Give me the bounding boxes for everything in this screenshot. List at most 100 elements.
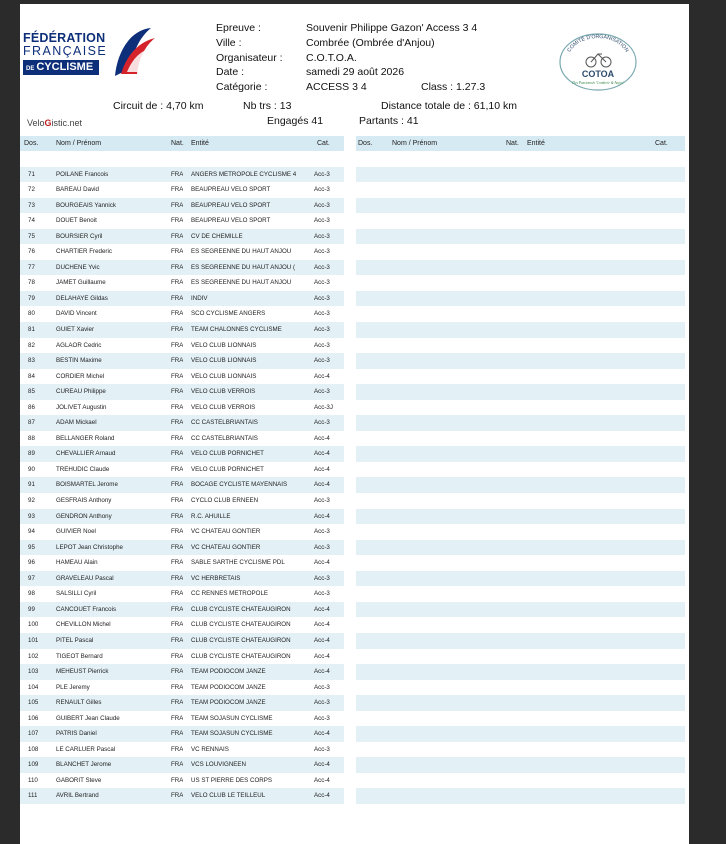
cell-ent: ES SEGREENNE DU HAUT ANJOU ( <box>191 263 296 271</box>
table-row: 74 DOUET Benoit FRA BEAUPREAU VELO SPORT Acc… <box>20 213 344 229</box>
col-nat-header: Nat. <box>171 140 184 147</box>
table-row: 110 GABORIT Steve FRA US ST PIERRE DES CORP… <box>20 773 344 789</box>
cell-dos: 91 <box>28 481 35 489</box>
cell-ent: BOCAGE CYCLISTE MAYENNAIS <box>191 481 288 489</box>
cell-dos: 74 <box>28 217 35 225</box>
cell-ent: CLUB CYCLISTE CHATEAUGIRON <box>191 652 291 660</box>
cell-name: GUIET Xavier <box>56 326 95 334</box>
cell-dos: 105 <box>28 699 39 707</box>
table-row: 82 AGLAOR Cedric FRA VELO CLUB LIONNAIS Acc-… <box>20 338 344 354</box>
cell-ent: VELO CLUB LIONNAIS <box>191 341 257 349</box>
table-row: 83 BESTIN Maxime FRA VELO CLUB LIONNAIS Acc-… <box>20 353 344 369</box>
table-row-empty <box>356 742 685 758</box>
cell-name: BESTIN Maxime <box>56 357 102 365</box>
cell-dos: 83 <box>28 357 35 365</box>
epreuve-label: Epreuve : <box>216 22 261 34</box>
table-row-empty <box>356 213 685 229</box>
cell-nat: FRA <box>171 450 184 458</box>
table-row-empty <box>356 493 685 509</box>
cell-dos: 85 <box>28 388 35 396</box>
cell-dos: 102 <box>28 652 39 660</box>
cell-name: POILANE Francois <box>56 170 109 178</box>
cell-ent: VELO CLUB LE TEILLEUL <box>191 792 266 800</box>
cell-dos: 108 <box>28 745 39 753</box>
cell-name: CANCOUET Francois <box>56 605 117 613</box>
cell-cat: Acc-4 <box>314 652 330 660</box>
window-frame-left <box>0 0 20 844</box>
cell-dos: 104 <box>28 683 39 691</box>
cell-ent: ES SEGREENNE DU HAUT ANJOU <box>191 248 292 256</box>
cell-ent: VC HERBRETAIS <box>191 574 241 582</box>
col-name-header: Nom / Prénom <box>56 140 102 147</box>
cell-nat: FRA <box>171 481 184 489</box>
cell-cat: Acc-3 <box>314 201 330 209</box>
cell-ent: BEAUPREAU VELO SPORT <box>191 186 271 194</box>
table-row-empty <box>356 228 685 245</box>
cotoa-logo: COMITÉ D'ORGANISATION COTOA Des Passionn… <box>558 32 638 92</box>
cell-cat: Acc-4 <box>314 434 330 442</box>
cell-name: DUCHENE Yvic <box>56 263 100 271</box>
cell-dos: 106 <box>28 714 39 722</box>
cell-dos: 111 <box>28 792 38 800</box>
table-row: 88 BELLANGER Roland FRA CC CASTELBRIANTAIS A… <box>20 431 344 447</box>
cell-ent: SCO CYCLISME ANGERS <box>191 310 266 318</box>
cell-nat: FRA <box>171 388 184 396</box>
table-row: 103 MEHEUST Pierrick FRA TEAM PODIOCOM JANZ… <box>20 664 344 680</box>
col-cat-header: Cat. <box>317 140 330 147</box>
cell-dos: 100 <box>28 621 39 629</box>
cell-dos: 77 <box>28 263 35 271</box>
cell-dos: 95 <box>28 543 35 551</box>
table-row: 76 CHARTIER Frederic FRA ES SEGREENNE DU HA… <box>20 244 344 260</box>
cell-ent: US ST PIERRE DES CORPS <box>191 776 273 784</box>
cell-ent: VC CHATEAU GONTIER <box>191 543 261 551</box>
table-row: 106 GUIBERT Jean Claude FRA TEAM SOJASUN CY… <box>20 711 344 727</box>
cell-name: CORDIER Michel <box>56 372 105 380</box>
cell-dos: 72 <box>28 186 35 194</box>
organisateur-label: Organisateur : <box>216 52 283 64</box>
table-row-empty <box>356 773 685 789</box>
cell-name: CHEVILLON Michel <box>56 621 111 629</box>
cell-nat: FRA <box>171 714 184 722</box>
table-row: 102 TIGEOT Bernard FRA CLUB CYCLISTE CHATEA… <box>20 649 344 665</box>
cell-name: ADAM Mickael <box>56 419 97 427</box>
cell-dos: 89 <box>28 450 35 458</box>
table-row: 104 PLE Jeremy FRA TEAM PODIOCOM JANZE Acc-3 <box>20 680 344 696</box>
cell-cat: Acc-3 <box>314 248 330 256</box>
date-value: samedi 29 août 2026 <box>306 66 405 78</box>
table-row: 75 BOURSIER Cyril FRA CV DE CHEMILLE Acc-3 <box>20 228 344 245</box>
cell-dos: 94 <box>28 528 35 536</box>
cell-cat: Acc-3 <box>314 326 330 334</box>
cell-dos: 90 <box>28 465 35 473</box>
table-row-empty <box>356 601 685 618</box>
cell-ent: CV DE CHEMILLE <box>191 232 243 240</box>
cell-nat: FRA <box>171 232 184 240</box>
cell-name: DELAHAYE Gildas <box>56 294 108 302</box>
cell-ent: VELO CLUB PORNICHET <box>191 450 264 458</box>
cell-nat: FRA <box>171 263 184 271</box>
cell-nat: FRA <box>171 668 184 676</box>
table-row-empty <box>356 788 685 804</box>
table-row-empty <box>356 322 685 338</box>
table-row-empty <box>356 166 685 183</box>
table-row: 77 DUCHENE Yvic FRA ES SEGREENNE DU HAUT AN… <box>20 259 344 276</box>
cell-nat: FRA <box>171 248 184 256</box>
table-row-empty <box>356 197 685 214</box>
logo-line-2: FRANÇAISE <box>23 44 108 58</box>
table-row: 73 BOURGEAIS Yannick FRA BEAUPREAU VELO SPO… <box>20 197 344 214</box>
cell-nat: FRA <box>171 170 184 178</box>
cell-dos: 81 <box>28 326 35 334</box>
cell-cat: Acc-3 <box>314 590 330 598</box>
cell-name: GUIVIER Noel <box>56 528 96 536</box>
cell-nat: FRA <box>171 403 184 411</box>
cell-dos: 80 <box>28 310 35 318</box>
table-row-empty <box>356 182 685 198</box>
cell-cat: Acc-3 <box>314 497 330 505</box>
cell-dos: 73 <box>28 201 35 209</box>
cell-ent: TEAM CHALONNES CYCLISME <box>191 326 282 334</box>
cell-ent: VELO CLUB VERROIS <box>191 388 256 396</box>
cell-name: HAMEAU Alain <box>56 559 98 567</box>
table-row: 85 CUREAU Philippe FRA VELO CLUB VERROIS Acc… <box>20 384 344 400</box>
table-row-empty <box>356 384 685 400</box>
cell-nat: FRA <box>171 792 184 800</box>
table-row-empty <box>356 632 685 649</box>
